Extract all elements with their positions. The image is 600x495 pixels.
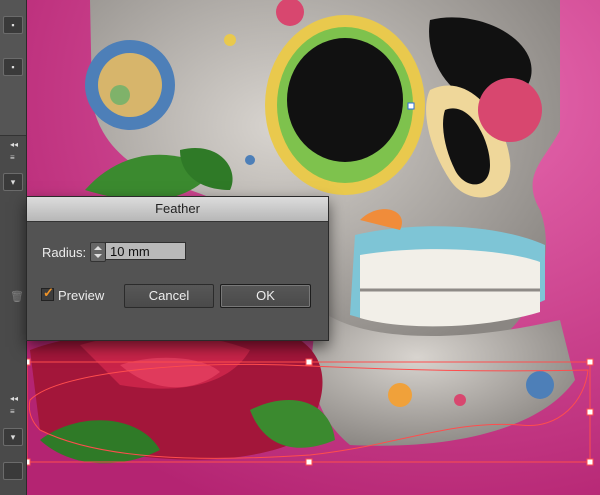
panel-menu-icon-2[interactable]: ≡ <box>10 407 15 416</box>
anchor-point-handle <box>407 102 415 110</box>
panel-option-icon[interactable]: ▪ <box>3 58 23 76</box>
panel-menu-icon[interactable]: ≡ <box>10 153 15 162</box>
stepper-up-icon[interactable] <box>94 246 102 250</box>
panel-dropdown-icon-2[interactable]: ▾ <box>3 428 23 446</box>
cancel-button[interactable]: Cancel <box>124 284 214 308</box>
feather-dialog: Feather Radius: 10 mm ✓ Preview Cancel O… <box>26 196 329 341</box>
trash-icon[interactable]: 🗑 <box>10 290 24 303</box>
radius-input[interactable]: 10 mm <box>105 242 186 260</box>
radius-label: Radius: <box>42 245 87 260</box>
panel-section-top: ▪ ▪ <box>0 0 26 136</box>
dialog-title[interactable]: Feather <box>27 197 328 222</box>
panel-field[interactable] <box>3 462 23 480</box>
checkmark-icon: ✓ <box>43 285 54 300</box>
preview-checkbox[interactable]: ✓ <box>41 285 54 301</box>
teeth <box>350 226 545 327</box>
blue-flower-decoration <box>85 40 175 130</box>
radius-stepper[interactable] <box>90 242 106 262</box>
collapse-arrows-icon[interactable]: ◂◂ <box>10 140 18 149</box>
eye-socket <box>265 15 425 195</box>
collapse-arrows-icon-2[interactable]: ◂◂ <box>10 394 18 403</box>
panel-dropdown-icon[interactable]: ▾ <box>3 173 23 191</box>
panel-swatch-icon[interactable]: ▪ <box>3 16 23 34</box>
preview-label[interactable]: Preview <box>58 288 104 303</box>
cheek-rosette <box>478 78 542 142</box>
stepper-down-icon[interactable] <box>94 254 102 258</box>
ok-button[interactable]: OK <box>220 284 311 308</box>
left-tools-panel: ▪ ▪ ◂◂ ≡ ▾ 🗑 ◂◂ ≡ ▾ <box>0 0 27 495</box>
